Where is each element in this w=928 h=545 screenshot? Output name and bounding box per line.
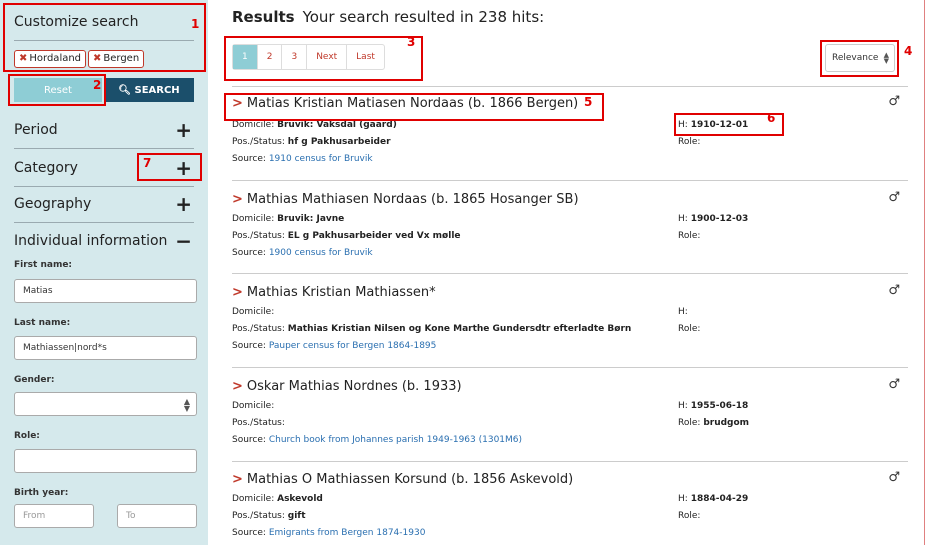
result-name-link[interactable]: > Oskar Mathias Nordnes (b. 1933) xyxy=(232,379,462,394)
birth-year-to-input[interactable]: To xyxy=(117,504,197,528)
divider xyxy=(232,367,908,368)
chevron-right-icon: > xyxy=(232,379,243,394)
result-item: > Oskar Mathias Nordnes (b. 1933) ♂ Domic… xyxy=(232,377,900,445)
chevron-right-icon: > xyxy=(232,192,243,207)
male-icon: ♂ xyxy=(888,470,900,485)
last-name-input[interactable]: Mathiassen|nord*s xyxy=(14,336,197,360)
result-item: > Mathias Kristian Mathiassen* ♂ Domicile… xyxy=(232,283,900,351)
annotation-label-2: 2 xyxy=(93,78,102,92)
male-icon: ♂ xyxy=(888,190,900,205)
gender-label: Gender: xyxy=(14,375,55,385)
search-button[interactable]: 🔍︎ SEARCH xyxy=(104,78,194,102)
result-item: > Mathias Mathiasen Nordaas (b. 1865 Hosa… xyxy=(232,190,900,258)
chevron-right-icon: > xyxy=(232,285,243,300)
section-individual-information[interactable]: Individual information − xyxy=(14,229,194,253)
divider xyxy=(232,461,908,462)
result-name-link[interactable]: > Mathias O Mathiassen Korsund (b. 1856 A… xyxy=(232,472,573,487)
divider xyxy=(232,273,908,274)
gender-select[interactable]: ▲ ▼ xyxy=(14,392,197,416)
chevron-right-icon: > xyxy=(232,472,243,487)
divider xyxy=(14,148,194,149)
result-name-link[interactable]: > Mathias Mathiasen Nordaas (b. 1865 Hosa… xyxy=(232,192,579,207)
results-header: Results Your search resulted in 238 hits: xyxy=(232,8,544,26)
divider xyxy=(232,180,908,181)
minus-icon[interactable]: − xyxy=(175,229,192,253)
annotation-box-4 xyxy=(820,40,899,77)
annotation-label-6: 6 xyxy=(767,111,776,125)
annotation-box-3 xyxy=(224,36,423,81)
annotation-label-7: 7 xyxy=(143,156,152,170)
birth-year-label: Birth year: xyxy=(14,488,69,498)
results-title: Results xyxy=(232,8,295,26)
annotation-box-1 xyxy=(3,3,206,72)
source-link[interactable]: 1900 census for Bruvik xyxy=(269,248,373,258)
last-name-label: Last name: xyxy=(14,318,71,328)
first-name-input[interactable]: Matias xyxy=(14,279,197,303)
male-icon: ♂ xyxy=(888,377,900,392)
role-label: Role: xyxy=(14,431,40,441)
select-arrows-icon: ▲ ▼ xyxy=(183,397,190,413)
annotation-box-2 xyxy=(8,74,106,106)
plus-icon[interactable]: + xyxy=(175,192,192,216)
source-link[interactable]: Pauper census for Bergen 1864-1895 xyxy=(269,341,437,351)
birth-year-from-input[interactable]: From xyxy=(14,504,94,528)
divider xyxy=(14,222,194,223)
male-icon: ♂ xyxy=(888,94,900,109)
divider xyxy=(14,186,194,187)
male-icon: ♂ xyxy=(888,283,900,298)
source-link[interactable]: 1910 census for Bruvik xyxy=(269,154,373,164)
plus-icon[interactable]: + xyxy=(175,118,192,142)
annotation-label-3: 3 xyxy=(407,35,416,49)
source-link[interactable]: Church book from Johannes parish 1949-19… xyxy=(269,435,522,445)
result-name-link[interactable]: > Mathias Kristian Mathiassen* xyxy=(232,285,436,300)
page-edge xyxy=(924,0,925,545)
results-summary: Your search resulted in 238 hits: xyxy=(302,8,545,26)
divider xyxy=(232,86,908,87)
first-name-label: First name: xyxy=(14,260,73,270)
section-period[interactable]: Period + xyxy=(14,118,194,142)
annotation-label-4: 4 xyxy=(904,44,913,58)
search-icon: 🔍︎ xyxy=(118,84,132,96)
annotation-box-5 xyxy=(224,93,604,121)
annotation-label-1: 1 xyxy=(191,17,200,31)
role-input[interactable] xyxy=(14,449,197,473)
source-link[interactable]: Emigrants from Bergen 1874-1930 xyxy=(269,528,426,538)
annotation-label-5: 5 xyxy=(584,95,593,109)
section-geography[interactable]: Geography + xyxy=(14,192,194,216)
result-item: > Mathias O Mathiassen Korsund (b. 1856 A… xyxy=(232,470,900,538)
